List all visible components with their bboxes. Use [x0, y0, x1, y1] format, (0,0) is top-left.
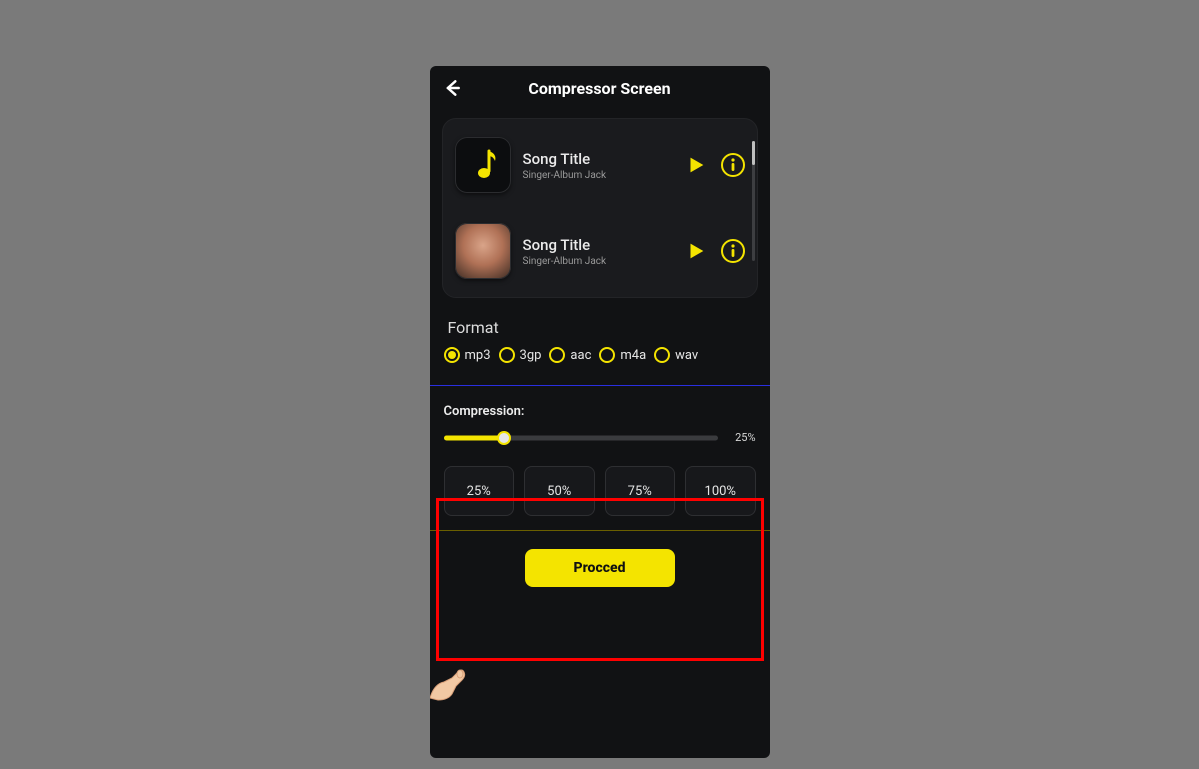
song-subtitle: Singer-Album Jack [523, 170, 671, 181]
song-thumbnail [455, 223, 511, 279]
play-icon [685, 154, 707, 176]
format-option-aac[interactable]: aac [549, 347, 591, 363]
radio-label: 3gp [520, 348, 542, 363]
app-screen: Compressor Screen Song Title Singer-Albu… [430, 66, 770, 758]
radio-icon [654, 347, 670, 363]
format-radio-group: mp3 3gp aac m4a wav [444, 347, 756, 363]
page-title: Compressor Screen [528, 79, 670, 98]
song-row[interactable]: Song Title Singer-Album Jack [453, 131, 747, 199]
pointing-hand-icon [430, 654, 484, 702]
song-row[interactable]: Song Title Singer-Album Jack [453, 217, 747, 285]
proceed-button[interactable]: Procced [525, 549, 675, 587]
radio-icon [499, 347, 515, 363]
format-option-m4a[interactable]: m4a [599, 347, 646, 363]
compression-section: Compression: 25% 25% 50% 75% 100% [444, 404, 756, 516]
divider [430, 385, 770, 386]
song-title: Song Title [523, 150, 671, 168]
compression-slider-row: 25% [444, 431, 756, 444]
radio-label: wav [675, 348, 698, 363]
radio-label: aac [570, 348, 591, 363]
radio-icon [549, 347, 565, 363]
slider-thumb[interactable] [497, 431, 511, 445]
divider [430, 530, 770, 531]
song-subtitle: Singer-Album Jack [523, 256, 671, 267]
play-button[interactable] [683, 238, 709, 264]
info-button[interactable] [721, 239, 745, 263]
format-option-3gp[interactable]: 3gp [499, 347, 542, 363]
format-option-wav[interactable]: wav [654, 347, 698, 363]
radio-icon [444, 347, 460, 363]
preset-100[interactable]: 100% [685, 466, 756, 516]
radio-icon [599, 347, 615, 363]
compression-presets: 25% 50% 75% 100% [444, 466, 756, 516]
format-label: Format [448, 318, 752, 337]
compression-slider[interactable] [444, 432, 718, 444]
music-note-icon [467, 147, 499, 183]
preset-25[interactable]: 25% [444, 466, 515, 516]
songs-panel: Song Title Singer-Album Jack Song Title … [442, 118, 758, 298]
info-button[interactable] [721, 153, 745, 177]
arrow-left-icon [442, 78, 462, 98]
header: Compressor Screen [430, 66, 770, 110]
song-thumbnail [455, 137, 511, 193]
song-title: Song Title [523, 236, 671, 254]
preset-50[interactable]: 50% [524, 466, 595, 516]
radio-label: mp3 [465, 348, 491, 363]
song-meta: Song Title Singer-Album Jack [523, 150, 671, 181]
scrollbar[interactable] [752, 141, 755, 261]
info-icon [728, 244, 738, 258]
play-button[interactable] [683, 152, 709, 178]
format-option-mp3[interactable]: mp3 [444, 347, 491, 363]
compression-value: 25% [726, 431, 756, 444]
compression-label: Compression: [444, 404, 756, 419]
info-icon [728, 158, 738, 172]
radio-label: m4a [620, 348, 646, 363]
back-button[interactable] [440, 76, 464, 100]
slider-fill [444, 435, 504, 440]
play-icon [685, 240, 707, 262]
song-meta: Song Title Singer-Album Jack [523, 236, 671, 267]
preset-75[interactable]: 75% [605, 466, 676, 516]
